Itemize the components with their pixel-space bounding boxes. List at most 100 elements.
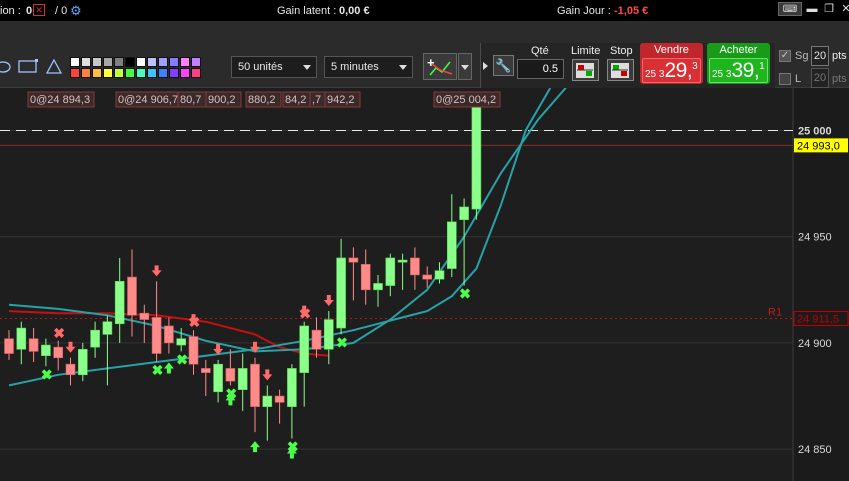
price-tag-label: 24 993,0 <box>797 140 840 152</box>
position-tag-label: 84,2 <box>285 94 306 106</box>
candle-body[interactable] <box>151 317 162 354</box>
sg-checkbox[interactable]: ✓ <box>779 50 791 62</box>
chevron-down-icon <box>303 65 311 70</box>
candle-body[interactable] <box>65 363 76 376</box>
candle-body[interactable] <box>53 346 64 359</box>
candle-body[interactable] <box>434 270 445 280</box>
candle-body[interactable] <box>16 327 27 350</box>
candle-body[interactable] <box>102 321 113 335</box>
palette-swatch[interactable] <box>103 57 113 67</box>
candle-body[interactable] <box>336 257 346 329</box>
palette-swatch[interactable] <box>191 57 201 67</box>
sg-input[interactable]: 20 <box>811 46 829 66</box>
l-input[interactable]: 20 <box>811 68 829 88</box>
close-signal-cross-icon: ✖ <box>53 325 65 341</box>
l-checkbox[interactable] <box>779 73 791 85</box>
candle-body[interactable] <box>250 363 260 407</box>
palette-swatch[interactable] <box>81 57 91 67</box>
candle-body[interactable] <box>459 206 469 221</box>
rectangle-tool-icon[interactable] <box>18 59 38 73</box>
buy-button[interactable]: Acheter 25 339,1 <box>707 43 770 84</box>
palette-swatch[interactable] <box>103 68 113 78</box>
candle-body[interactable] <box>188 336 199 365</box>
minimize-icon[interactable]: ▬ <box>805 2 819 16</box>
price-chart[interactable]: 25 000 24 950 24 900 24 850 R1 24 993,0 24 911… <box>0 76 849 481</box>
close-square-icon[interactable]: ✕ <box>33 4 45 16</box>
palette-swatch[interactable] <box>136 57 146 67</box>
palette-swatch[interactable] <box>147 68 157 78</box>
circle-tool-icon[interactable] <box>0 61 11 73</box>
candle-body[interactable] <box>410 257 420 276</box>
stop-order-icon[interactable] <box>607 59 634 81</box>
palette-swatch[interactable] <box>180 57 190 67</box>
palette-swatch[interactable] <box>81 68 91 78</box>
candle-body[interactable] <box>422 274 433 280</box>
position-tag-label: ,7 <box>312 94 321 106</box>
candle-body[interactable] <box>4 338 14 354</box>
candle-body[interactable] <box>262 395 273 407</box>
palette-swatch[interactable] <box>158 57 168 67</box>
candle-body[interactable] <box>78 348 88 376</box>
palette-swatch[interactable] <box>92 57 102 67</box>
timeframe-select[interactable]: 5 minutes <box>324 56 413 78</box>
expand-arrow-icon[interactable] <box>483 62 488 70</box>
candle-body[interactable] <box>28 338 39 352</box>
candle-body[interactable] <box>114 281 125 325</box>
limit-order-icon[interactable] <box>572 59 599 81</box>
palette-swatch[interactable] <box>125 68 135 78</box>
sell-button[interactable]: Vendre 25 329,3 <box>640 43 703 84</box>
palette-swatch[interactable] <box>180 68 190 78</box>
position-tag-label: 80,7 <box>180 94 201 106</box>
palette-swatch[interactable] <box>114 57 124 67</box>
candle-body[interactable] <box>237 368 248 390</box>
position-tag-label: 0@24 906,7 <box>118 94 178 106</box>
candle-body[interactable] <box>127 276 137 316</box>
indicator-dropdown[interactable] <box>458 53 472 80</box>
palette-swatch[interactable] <box>125 57 135 67</box>
palette-swatch[interactable] <box>136 68 146 78</box>
candle-body[interactable] <box>90 329 100 348</box>
qte-input[interactable]: 0.5 <box>517 59 564 79</box>
candle-body[interactable] <box>139 312 150 320</box>
candle-body[interactable] <box>348 257 359 263</box>
candle-body[interactable] <box>373 283 383 291</box>
candle-body[interactable] <box>287 368 297 407</box>
candle-body[interactable] <box>360 264 371 291</box>
palette-swatch[interactable] <box>169 57 179 67</box>
candle-body[interactable] <box>201 368 211 373</box>
gear-icon[interactable]: ⚙ <box>70 3 82 19</box>
palette-swatch[interactable] <box>147 57 157 67</box>
candle-body[interactable] <box>299 325 310 373</box>
candle-body[interactable] <box>41 344 51 356</box>
palette-swatch[interactable] <box>92 68 102 78</box>
close-icon[interactable]: ✕ <box>839 2 849 16</box>
quantity-select[interactable]: 50 unités <box>231 56 317 78</box>
price-tick-label: 24 850 <box>798 444 832 456</box>
candle-body[interactable] <box>213 363 223 393</box>
candle-body[interactable] <box>274 395 285 403</box>
candle-body[interactable] <box>311 329 322 350</box>
price-tick-label: 24 950 <box>798 232 832 244</box>
candle-body[interactable] <box>397 259 408 263</box>
indicator-icon[interactable]: + <box>423 53 457 80</box>
triangle-tool-icon[interactable] <box>45 58 63 74</box>
palette-swatch[interactable] <box>158 68 168 78</box>
palette-swatch[interactable] <box>169 68 179 78</box>
restore-icon[interactable]: ❐ <box>822 2 836 16</box>
palette-swatch[interactable] <box>70 68 80 78</box>
keyboard-icon[interactable]: ⌨ <box>778 2 802 16</box>
candle-body[interactable] <box>471 106 482 210</box>
candle-body[interactable] <box>385 257 396 286</box>
candle-body[interactable] <box>323 319 334 350</box>
candle-body[interactable] <box>225 368 236 382</box>
close-signal-cross-icon: ✖ <box>189 314 201 330</box>
candle-body[interactable] <box>176 338 186 346</box>
candle-body[interactable] <box>164 325 174 344</box>
chart-canvas[interactable]: 25 000 24 950 24 900 24 850 R1 24 993,0 24 911… <box>0 76 849 481</box>
palette-swatch[interactable] <box>70 57 80 67</box>
palette-swatch[interactable] <box>191 68 201 78</box>
color-palette[interactable] <box>70 57 201 78</box>
candle-body[interactable] <box>446 221 457 269</box>
palette-swatch[interactable] <box>114 68 124 78</box>
wrench-icon[interactable]: 🔧 <box>493 55 514 76</box>
